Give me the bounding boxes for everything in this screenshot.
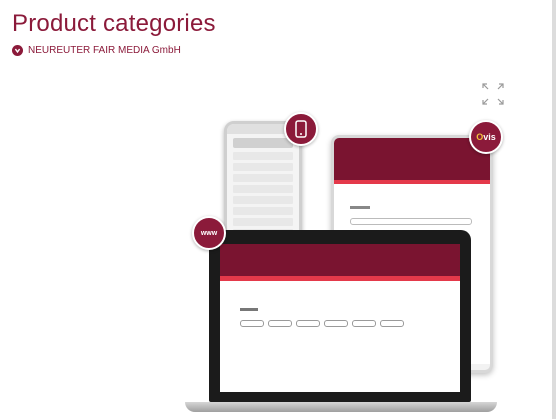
expand-icon[interactable] <box>481 82 505 106</box>
device-illustration: Ovis www <box>172 104 512 416</box>
page-title: Product categories <box>12 10 216 37</box>
ovis-logo-badge: Ovis <box>469 120 503 154</box>
laptop-base <box>185 402 497 412</box>
laptop-mockup <box>209 230 471 402</box>
www-icon: www <box>192 216 226 250</box>
chevron-down-icon <box>12 45 23 56</box>
content-panel: Product categories NEUREUTER FAIR MEDIA … <box>0 0 556 419</box>
company-name: NEUREUTER FAIR MEDIA GmbH <box>28 45 181 56</box>
tablet-hero <box>334 138 490 180</box>
laptop-screen <box>220 244 460 392</box>
company-toggle[interactable]: NEUREUTER FAIR MEDIA GmbH <box>12 45 181 56</box>
mobile-icon <box>284 112 318 146</box>
